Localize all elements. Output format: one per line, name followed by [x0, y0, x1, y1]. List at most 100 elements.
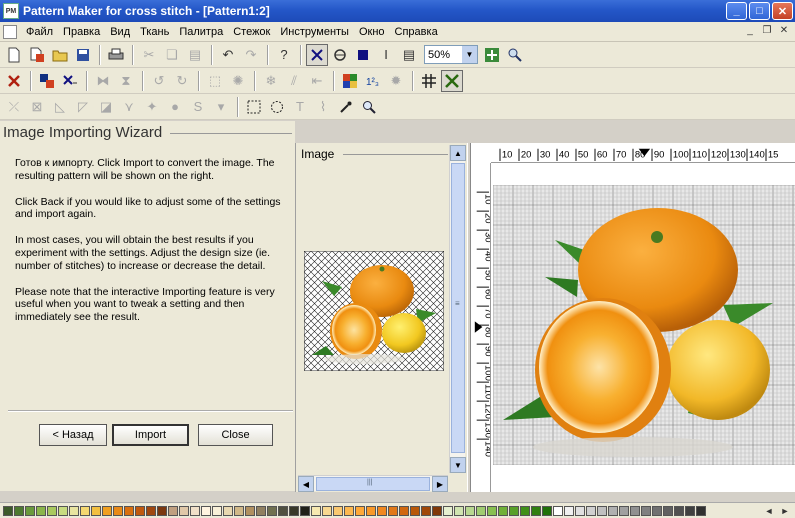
document-icon[interactable]: [3, 24, 17, 39]
palette-swatch[interactable]: [674, 505, 684, 516]
help-icon[interactable]: ?: [273, 44, 295, 66]
petite-stitch-icon[interactable]: ◪: [95, 96, 117, 118]
scroll-right-icon[interactable]: ▶: [432, 476, 448, 492]
palette-swatch[interactable]: [696, 505, 706, 516]
copy-icon[interactable]: ❏: [161, 44, 183, 66]
title-bar[interactable]: PM Pattern Maker for cross stitch - [Pat…: [0, 0, 795, 22]
palette-swatch[interactable]: [355, 505, 365, 516]
bead-icon[interactable]: ●: [164, 96, 186, 118]
app-icon[interactable]: PM: [3, 3, 19, 19]
zoom-select[interactable]: 50% ▼: [424, 45, 478, 64]
palette-swatch[interactable]: [234, 505, 244, 516]
palette-swatch[interactable]: [91, 505, 101, 516]
palette-swatch[interactable]: [454, 505, 464, 516]
preview-vertical-scrollbar[interactable]: ▲ ≡ ▼: [449, 145, 466, 473]
scroll-left-icon[interactable]: ◀: [298, 476, 314, 492]
new-from-image-icon[interactable]: [26, 44, 48, 66]
palette-swatch[interactable]: [146, 505, 156, 516]
palette-swatch[interactable]: [14, 505, 24, 516]
palette-swatch[interactable]: [553, 505, 563, 516]
palette-swatch[interactable]: [476, 505, 486, 516]
rotate-left-icon[interactable]: ↺: [148, 70, 170, 92]
color-block-view-icon[interactable]: [352, 44, 374, 66]
delete-x-icon[interactable]: [3, 70, 25, 92]
palette-swatch[interactable]: [36, 505, 46, 516]
minimize-button[interactable]: _: [726, 2, 747, 20]
half-stitch-icon[interactable]: ⊠: [26, 96, 48, 118]
palette-swatch[interactable]: [421, 505, 431, 516]
full-stitch-icon[interactable]: ⤫: [3, 96, 25, 118]
palette-swatch[interactable]: [333, 505, 343, 516]
palette-swatch[interactable]: [245, 505, 255, 516]
palette-left-arrow-icon[interactable]: ◄: [762, 505, 776, 517]
rect-select-icon[interactable]: [243, 96, 265, 118]
menu-view[interactable]: Вид: [105, 26, 135, 38]
dropdown-small-icon[interactable]: ▾: [210, 96, 232, 118]
text-cursor-icon[interactable]: I: [375, 44, 397, 66]
magnify-icon[interactable]: [358, 96, 380, 118]
palette-swatch[interactable]: [498, 505, 508, 516]
open-folder-icon[interactable]: [49, 44, 71, 66]
eyedropper-icon[interactable]: [335, 96, 357, 118]
menu-help[interactable]: Справка: [390, 26, 443, 38]
palette-swatch[interactable]: [168, 505, 178, 516]
palette-swatch[interactable]: [586, 505, 596, 516]
palette-swatch[interactable]: [267, 505, 277, 516]
palette-swatch[interactable]: [102, 505, 112, 516]
palette-swatch[interactable]: [179, 505, 189, 516]
save-icon[interactable]: [72, 44, 94, 66]
palette-swatch[interactable]: [575, 505, 585, 516]
palette-swatch[interactable]: [47, 505, 57, 516]
replace-color-icon[interactable]: [59, 70, 81, 92]
palette-swatch[interactable]: [201, 505, 211, 516]
palette-swatch[interactable]: [256, 505, 266, 516]
scroll-down-icon[interactable]: ▼: [450, 457, 466, 473]
rotate-right-icon[interactable]: ↻: [171, 70, 193, 92]
palette-swatch[interactable]: [300, 505, 310, 516]
snowflake-icon[interactable]: ❄: [260, 70, 282, 92]
symbol-view-icon[interactable]: [329, 44, 351, 66]
palette-swatch[interactable]: [542, 505, 552, 516]
scroll-thumb[interactable]: ≡: [451, 163, 465, 453]
preview-horizontal-scrollbar[interactable]: ◀ ||| ▶: [298, 475, 448, 492]
maximize-button[interactable]: □: [749, 2, 770, 20]
palette-swatch[interactable]: [564, 505, 574, 516]
palette-swatch[interactable]: [663, 505, 673, 516]
brush-icon[interactable]: ⌇: [312, 96, 334, 118]
palette-swatch[interactable]: [465, 505, 475, 516]
palette-swatch[interactable]: [322, 505, 332, 516]
zoom-magnifier-icon[interactable]: [504, 44, 526, 66]
palette-swatch[interactable]: [388, 505, 398, 516]
palette-swatch[interactable]: [410, 505, 420, 516]
palette-swatch[interactable]: [377, 505, 387, 516]
palette-swatch[interactable]: [619, 505, 629, 516]
palette-swatch[interactable]: [531, 505, 541, 516]
palette-swatch[interactable]: [80, 505, 90, 516]
mdi-minimize-button[interactable]: _: [743, 25, 757, 38]
cross-stitch-view-icon[interactable]: [306, 43, 328, 66]
stitch-list-icon[interactable]: ▤: [398, 44, 420, 66]
number-symbols-icon[interactable]: 1²₃: [362, 70, 384, 92]
menu-tools[interactable]: Инструменты: [275, 26, 354, 38]
palette-swatch[interactable]: [69, 505, 79, 516]
close-button[interactable]: ✕: [772, 2, 793, 20]
cut-icon[interactable]: ✂: [138, 44, 160, 66]
menu-file[interactable]: Файл: [21, 26, 58, 38]
palette-swatch[interactable]: [630, 505, 640, 516]
palette-swatch[interactable]: [278, 505, 288, 516]
palette-swatch[interactable]: [58, 505, 68, 516]
menu-stitch[interactable]: Стежок: [228, 26, 275, 38]
pattern-canvas[interactable]: 10 20 30 40 50 60 70 80 90 100 110 120 130 140 15 10 20…: [471, 143, 795, 492]
quarter-stitch-icon[interactable]: ◺: [49, 96, 71, 118]
chevron-down-icon[interactable]: ▼: [462, 46, 477, 63]
paste-icon[interactable]: ▤: [184, 44, 206, 66]
palette-swatch[interactable]: [597, 505, 607, 516]
menu-window[interactable]: Окно: [354, 26, 390, 38]
mirror-icon[interactable]: ⫽: [283, 70, 305, 92]
sparkle-icon[interactable]: ✹: [385, 70, 407, 92]
palette-swatch[interactable]: [190, 505, 200, 516]
pattern-grid[interactable]: [493, 185, 795, 465]
text-tool-icon[interactable]: T: [289, 96, 311, 118]
palette-swatch[interactable]: [685, 505, 695, 516]
palette-swatch[interactable]: [124, 505, 134, 516]
